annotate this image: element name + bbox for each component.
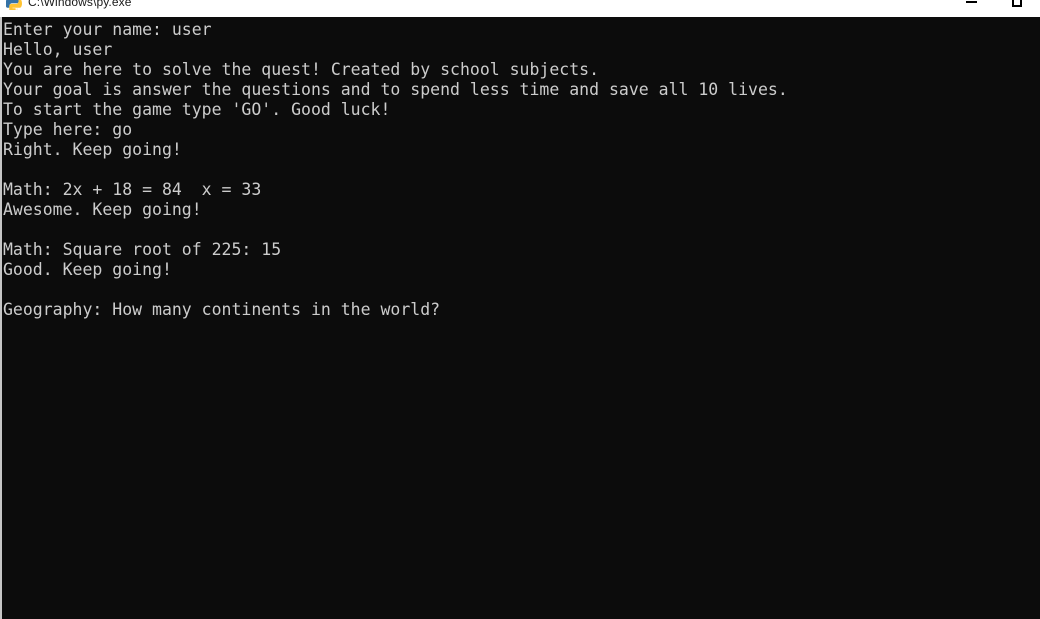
console-client-area[interactable]: Enter your name: user Hello, user You are … xyxy=(0,17,1040,619)
console-output-buffer: Enter your name: user Hello, user You are … xyxy=(2,17,1040,320)
console-line: Enter your name: user xyxy=(3,20,212,39)
console-line: Your goal is answer the questions and to… xyxy=(3,80,788,99)
title-bar[interactable]: C:\Windows\py.exe xyxy=(0,0,1040,17)
minimize-icon xyxy=(965,0,977,3)
console-line: Math: 2x + 18 = 84 x = 33 xyxy=(3,180,262,199)
console-line: Geography: How many continents in the wo… xyxy=(3,300,441,319)
console-line: Type here: go xyxy=(3,120,133,139)
console-line: Math: Square root of 225: 15 xyxy=(3,240,282,259)
title-bar-left: C:\Windows\py.exe xyxy=(0,0,132,17)
console-window: C:\Windows\py.exe Enter your name: user H… xyxy=(0,0,1040,619)
console-line: Good. Keep going! xyxy=(3,260,172,279)
console-line: You are here to solve the quest! Created… xyxy=(3,60,600,79)
maximize-button[interactable] xyxy=(994,0,1040,17)
console-line: Right. Keep going! xyxy=(3,140,182,159)
console-line: To start the game type 'GO'. Good luck! xyxy=(3,100,391,119)
console-line: Awesome. Keep going! xyxy=(3,200,202,219)
maximize-icon xyxy=(1012,0,1022,7)
python-logo-icon xyxy=(6,0,22,10)
minimize-button[interactable] xyxy=(948,0,994,17)
window-title: C:\Windows\py.exe xyxy=(28,0,132,9)
console-line: Hello, user xyxy=(3,40,113,59)
window-controls xyxy=(948,0,1040,17)
